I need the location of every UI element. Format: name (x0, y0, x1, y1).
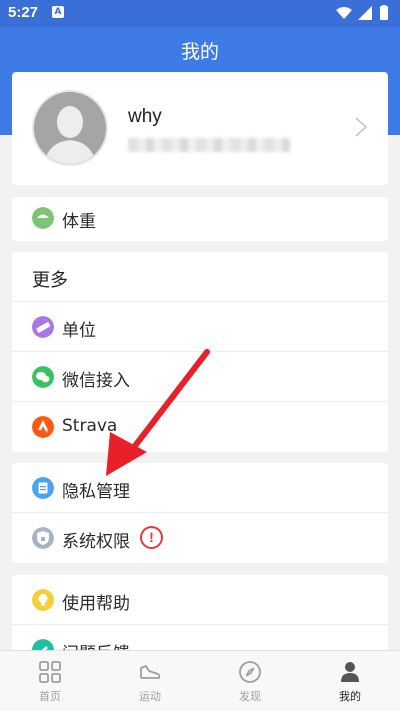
wifi-icon (336, 7, 352, 19)
battery-icon (380, 6, 388, 20)
nav-home[interactable]: 首页 (0, 651, 100, 711)
lock-shield-icon (32, 527, 54, 549)
strava-icon (32, 416, 54, 438)
nav-label: 我的 (339, 690, 361, 703)
chevron-right-icon (355, 117, 368, 137)
weight-label: 体重 (62, 212, 96, 232)
more-section-header: 更多 (12, 252, 388, 302)
nav-label: 首页 (39, 690, 61, 703)
item-label: 单位 (62, 321, 96, 341)
item-label: 微信接入 (62, 371, 130, 391)
status-icons (336, 5, 388, 20)
user-id-redacted (128, 138, 290, 152)
grid-icon (39, 661, 61, 683)
status-bar: 5:27 A (0, 0, 400, 27)
signal-icon (358, 6, 372, 20)
list-item-privacy[interactable]: 隐私管理 (12, 463, 388, 513)
nav-discover[interactable]: 发现 (200, 651, 300, 711)
notification-a-icon: A (52, 6, 64, 18)
username: why (128, 106, 162, 127)
help-card: 使用帮助 问题反馈 (12, 575, 388, 664)
ruler-icon (32, 316, 54, 338)
list-item-strava[interactable]: Strava (12, 402, 388, 452)
list-item-unit[interactable]: 单位 (12, 302, 388, 352)
nav-label: 运动 (139, 690, 161, 703)
nav-label: 发现 (239, 690, 261, 703)
weight-card[interactable]: 体重 (12, 197, 388, 241)
more-card: 更多 单位 微信接入 Strava (12, 252, 388, 452)
page-title: 我的 (180, 41, 219, 63)
list-item-help[interactable]: 使用帮助 (12, 575, 388, 625)
item-label: 系统权限 (62, 532, 130, 552)
wechat-icon (32, 366, 54, 388)
avatar-placeholder-icon[interactable] (34, 92, 106, 164)
item-label: 隐私管理 (62, 482, 130, 502)
item-label: 使用帮助 (62, 594, 130, 614)
nav-sport[interactable]: 运动 (100, 651, 200, 711)
list-item-wechat[interactable]: 微信接入 (12, 352, 388, 402)
document-icon (32, 477, 54, 499)
weight-row[interactable]: 体重 (12, 197, 388, 241)
lightbulb-icon (32, 589, 54, 611)
item-label: Strava (62, 416, 118, 436)
person-icon (341, 662, 359, 682)
shoe-icon (140, 665, 161, 679)
warning-icon: ! (140, 526, 163, 549)
section-title: 更多 (32, 270, 68, 291)
list-item-permissions[interactable]: 系统权限 ! (12, 513, 388, 563)
scale-icon (32, 207, 54, 229)
status-time: 5:27 (8, 4, 39, 21)
profile-card[interactable]: why (12, 72, 388, 185)
compass-icon (239, 661, 261, 683)
bottom-nav: 首页 运动 发现 我的 (0, 650, 400, 711)
nav-mine[interactable]: 我的 (300, 651, 400, 711)
privacy-card: 隐私管理 系统权限 ! (12, 463, 388, 563)
